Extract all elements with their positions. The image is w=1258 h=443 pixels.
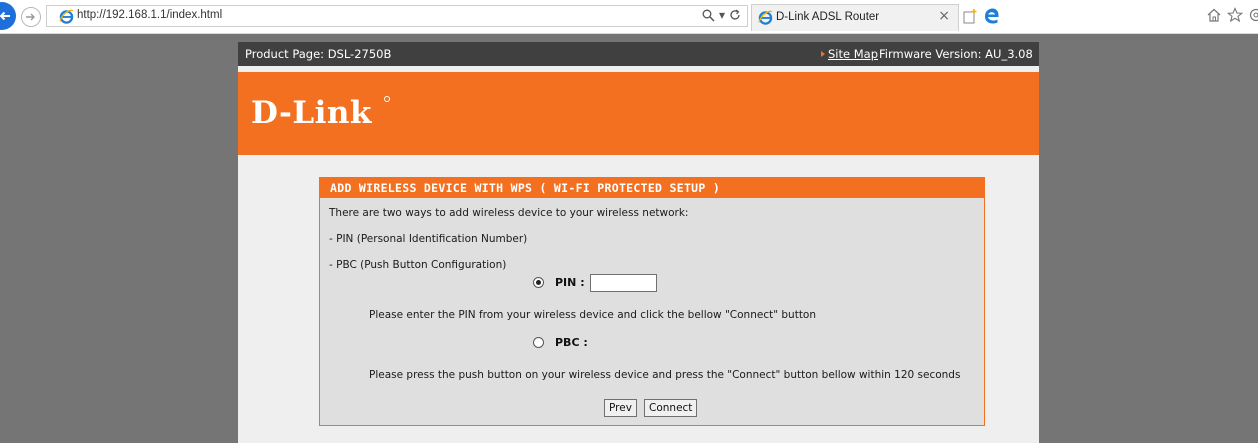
search-icon[interactable] [702,9,715,22]
new-tab-icon[interactable] [962,8,978,24]
firmware-version-text: Firmware Version: AU_3.08 [879,47,1033,61]
search-dropdown-icon[interactable]: ▾ [719,8,725,22]
ie-icon [758,10,773,25]
pin-radio[interactable] [533,277,544,288]
pin-input[interactable] [590,274,657,292]
address-tools: ▾ [702,8,741,22]
tab-close-icon[interactable]: × [938,8,950,24]
forward-button[interactable] [21,7,41,27]
wps-intro-text: There are two ways to add wireless devic… [329,207,689,219]
connect-button[interactable]: Connect [644,399,698,417]
home-icon[interactable] [1206,7,1222,23]
page-viewport: Product Page: DSL-2750B Site Map Firmwar… [0,34,1258,443]
browser-tools [1206,7,1258,23]
url-text[interactable]: http://192.168.1.1/index.html [77,9,222,21]
back-button[interactable] [0,2,16,30]
wps-panel-title: ADD WIRELESS DEVICE WITH WPS ( WI-FI PRO… [320,178,984,198]
edge-icon[interactable] [983,7,1001,25]
prev-button[interactable]: Prev [604,399,637,417]
settings-icon[interactable] [1248,7,1258,23]
pbc-help-text: Please press the push button on your wir… [369,369,961,381]
refresh-icon[interactable] [729,9,741,21]
favorites-icon[interactable] [1227,7,1243,23]
top-info-bar: Product Page: DSL-2750B Site Map Firmwar… [238,42,1039,66]
wps-panel: ADD WIRELESS DEVICE WITH WPS ( WI-FI PRO… [319,177,985,426]
pbc-radio[interactable] [533,337,544,348]
wps-method-pin-text: - PIN (Personal Identification Number) [329,233,528,245]
router-page: Product Page: DSL-2750B Site Map Firmwar… [238,42,1039,443]
site-map-arrow-icon [821,51,825,57]
pin-label: PIN : [555,276,585,289]
back-icon [0,11,10,21]
pbc-label: PBC : [555,336,588,349]
address-bar[interactable]: http://192.168.1.1/index.html ▾ [46,5,748,27]
pin-help-text: Please enter the PIN from your wireless … [369,309,817,321]
ie-icon [59,9,74,24]
logo-trademark-icon [384,96,390,102]
site-map-link[interactable]: Site Map [828,47,878,61]
header-banner: D-Link [238,72,1039,155]
forward-icon [26,13,35,21]
product-page-text: Product Page: DSL-2750B [245,47,392,61]
dlink-logo: D-Link [251,95,372,131]
tab-title: D-Link ADSL Router [776,11,880,23]
wps-method-pbc-text: - PBC (Push Button Configuration) [329,259,507,271]
browser-toolbar: http://192.168.1.1/index.html ▾ D-Link A… [0,0,1258,34]
browser-tab[interactable]: D-Link ADSL Router × [751,4,959,31]
